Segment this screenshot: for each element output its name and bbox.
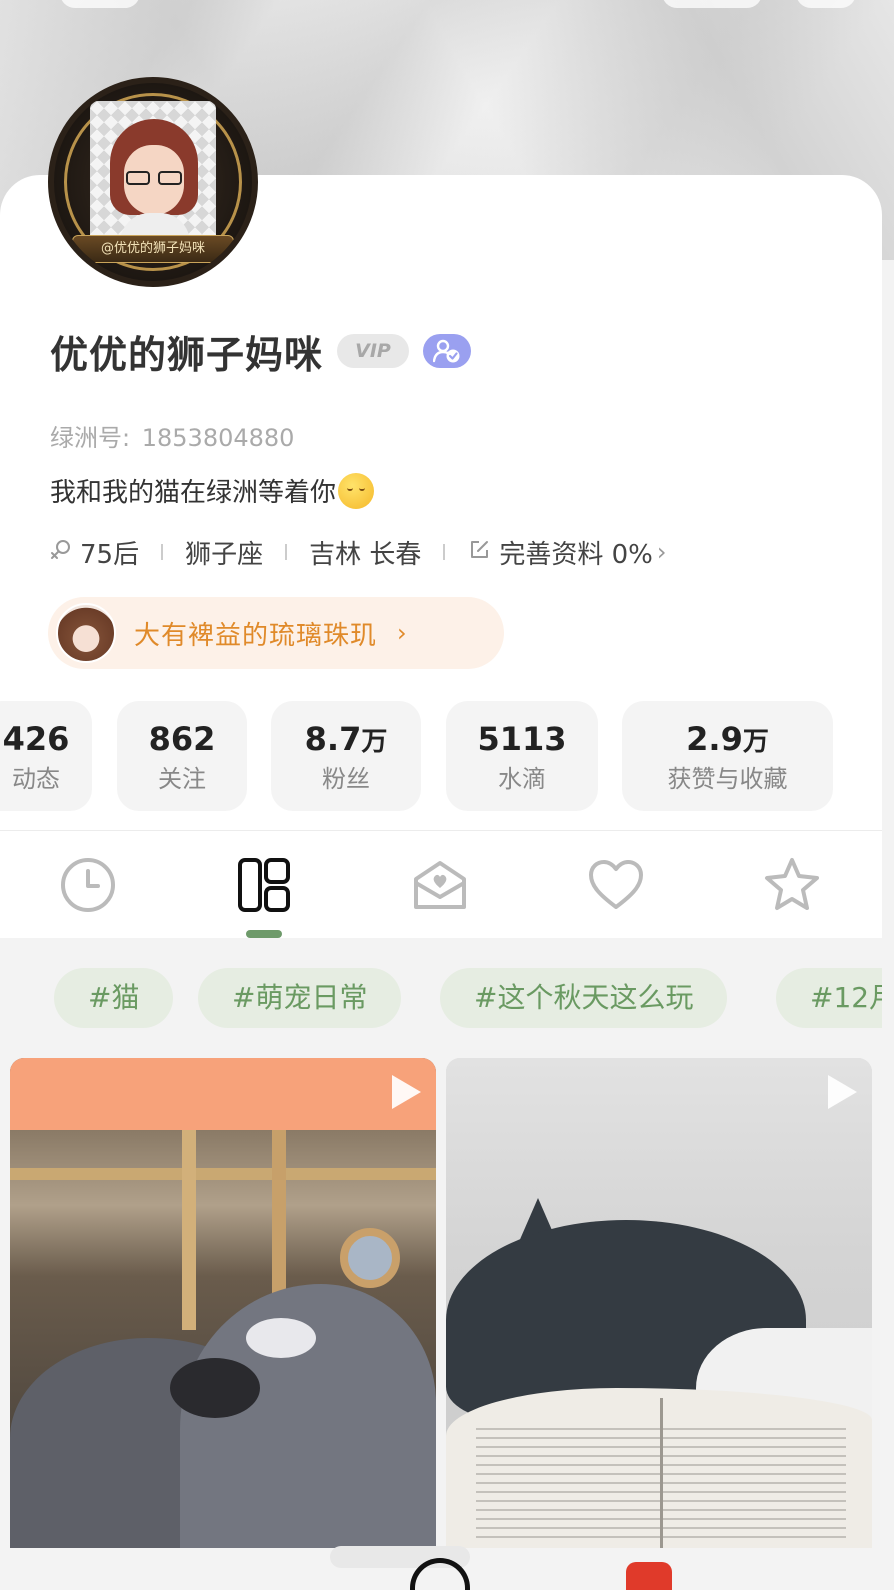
divider [443,544,446,560]
stat-value: 2.9 [686,720,743,758]
name-row: 优优的狮子妈咪 VIP [50,325,472,377]
thumbnail-round-window [340,1228,400,1288]
avatar[interactable]: @优优的狮子妈咪 [48,77,258,287]
clock-icon [61,858,115,912]
vip-badge[interactable]: VIP [337,334,410,368]
tab-history[interactable] [58,855,118,915]
bottom-nav-item[interactable] [626,1562,672,1590]
bio-row: 我和我的猫在绿洲等着你 [50,472,375,509]
active-tab-indicator [246,930,282,938]
title-badge-pill[interactable]: 大有裨益的琉璃珠玑 › [48,597,504,669]
star-icon [765,858,819,910]
topic-chip[interactable]: #猫 [54,968,174,1028]
stat-value: 862 [148,720,216,758]
thumbnail-cat-patch [246,1318,316,1358]
topic-filter-row: #猫 #萌宠日常 #这个秋天这么玩 #12月 [0,938,882,1053]
title-avatar [56,603,116,663]
top-bar-button[interactable] [60,0,140,8]
stat-label: 粉丝 [322,765,370,793]
tab-likes[interactable] [586,855,646,915]
top-bar-button[interactable] [796,0,856,8]
stat-label: 获赞与收藏 [667,765,788,793]
stat-label: 水滴 [498,765,546,793]
stat-label: 动态 [12,765,60,793]
thumbnail-book [446,1388,872,1548]
envelope-heart-icon [414,861,466,909]
avatar-glasses [126,171,182,185]
oasis-id-label: 绿洲号: [50,424,131,452]
tab-posts[interactable] [234,855,294,915]
stat-value: 8.7 [304,720,362,758]
thumbnail-shelf [10,1168,436,1180]
post-header-strip [10,1058,436,1130]
oasis-id-row[interactable]: 绿洲号: 1853804880 [50,418,294,453]
stat-label: 关注 [158,765,206,793]
tab-favorites[interactable] [762,855,822,915]
heart-icon [589,860,643,909]
stat-following[interactable]: 862 关注 [117,701,247,811]
thumbnail-book-spine [660,1398,663,1548]
zodiac-tag: 狮子座 [185,539,264,570]
divider [285,544,288,560]
verified-user-icon[interactable] [423,334,472,368]
top-bar-button[interactable] [662,0,762,8]
divider [161,544,164,560]
location-tag: 吉林 长春 [309,539,422,570]
oasis-id-value: 1853804880 [141,424,295,452]
grid-layout-icon [238,858,290,912]
topic-chip[interactable]: #12月 [776,968,882,1028]
stats-row: 426 动态 862 关注 8.7万 粉丝 5113 水滴 2.9万 获赞与收藏 [0,701,882,811]
play-icon [392,1075,421,1109]
stat-posts[interactable]: 426 动态 [0,701,92,811]
stat-value: 426 [2,720,70,758]
avatar-banner: @优优的狮子妈咪 [72,235,234,263]
stat-likes-collects[interactable]: 2.9万 获赞与收藏 [622,701,833,811]
thumbnail-post [182,1130,196,1330]
chevron-right-icon: › [397,619,407,647]
hugging-face-emoji-icon [338,472,375,509]
post-card[interactable] [446,1058,872,1548]
thumbnail-cat-patch [170,1358,260,1418]
topic-chip[interactable]: #这个秋天这么玩 [440,968,728,1028]
bio-text: 我和我的猫在绿洲等着你 [50,478,337,508]
stat-unit: 万 [742,727,769,757]
edit-icon [467,536,493,569]
age-tag: 75后 [80,539,140,570]
gender-icon [48,536,74,569]
profile-tags-row[interactable]: 75后 狮子座 吉林 长春 完善资料 0% › [48,532,667,572]
stat-value: 5113 [477,720,567,758]
topic-chip[interactable]: #萌宠日常 [198,968,402,1028]
stat-unit: 万 [361,727,388,757]
title-badge-text: 大有裨益的琉璃珠玑 [134,620,378,651]
user-name: 优优的狮子妈咪 [50,332,324,377]
chevron-right-icon: › [656,538,667,566]
content-tab-bar [0,830,882,938]
stat-followers[interactable]: 8.7万 粉丝 [271,701,421,811]
post-card[interactable] [10,1058,436,1548]
stat-drops[interactable]: 5113 水滴 [446,701,598,811]
tab-messages[interactable] [410,855,470,915]
play-icon [828,1075,857,1109]
complete-profile-link[interactable]: 完善资料 0% [499,534,653,571]
